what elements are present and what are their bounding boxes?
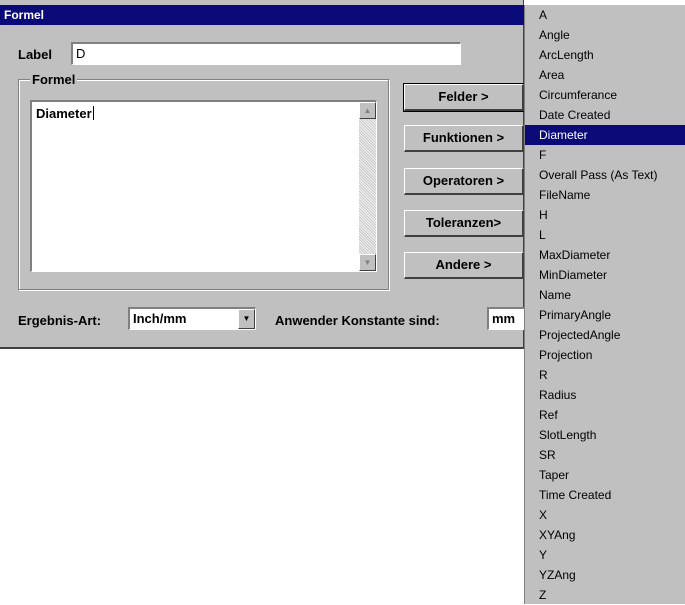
fields-dropdown-menu[interactable]: A Angle ArcLength Area Circumferance Date Cre… [524, 5, 685, 604]
fields-menu-item[interactable]: Projection [525, 345, 685, 365]
fields-menu-item[interactable]: A [525, 5, 685, 25]
label-caption: Label [18, 47, 52, 62]
other-button[interactable]: Andere > [404, 252, 524, 279]
fields-menu-item[interactable]: F [525, 145, 685, 165]
fields-menu-item[interactable]: SR [525, 445, 685, 465]
result-type-value: Inch/mm [133, 311, 187, 326]
fields-menu-item[interactable]: X [525, 505, 685, 525]
fields-menu-item[interactable]: SlotLength [525, 425, 685, 445]
label-input-value: D [76, 46, 86, 61]
dialog-title: Formel [0, 5, 524, 25]
fields-menu-item[interactable]: Name [525, 285, 685, 305]
fields-menu-item[interactable]: Circumferance [525, 85, 685, 105]
fields-menu-item[interactable]: ProjectedAngle [525, 325, 685, 345]
formula-scrollbar[interactable]: ▲ ▼ [359, 102, 376, 271]
operators-button[interactable]: Operatoren > [404, 168, 524, 195]
formula-textarea[interactable]: Diameter ▲ ▼ [30, 100, 377, 272]
chevron-down-icon[interactable]: ▼ [238, 309, 255, 329]
scroll-up-arrow-icon[interactable]: ▲ [359, 102, 376, 119]
scroll-down-arrow-icon[interactable]: ▼ [359, 254, 376, 271]
fields-menu-item[interactable]: R [525, 365, 685, 385]
fields-menu-item[interactable]: XYAng [525, 525, 685, 545]
fields-menu-item[interactable]: Angle [525, 25, 685, 45]
fields-menu-item[interactable]: MaxDiameter [525, 245, 685, 265]
fields-menu-item[interactable]: PrimaryAngle [525, 305, 685, 325]
result-type-select[interactable]: Inch/mm ▼ [128, 307, 256, 330]
fields-menu-item[interactable]: FileName [525, 185, 685, 205]
label-input[interactable]: D [71, 42, 461, 65]
fields-menu-item[interactable]: L [525, 225, 685, 245]
fields-menu-item[interactable]: Date Created [525, 105, 685, 125]
formula-group-legend: Formel [30, 72, 78, 87]
fields-menu-item[interactable]: YZAng [525, 565, 685, 585]
fields-menu-item[interactable]: H [525, 205, 685, 225]
tolerances-button[interactable]: Toleranzen> [404, 210, 524, 237]
fields-menu-item[interactable]: Taper [525, 465, 685, 485]
user-constants-label: Anwender Konstante sind: [275, 313, 440, 328]
fields-menu-item[interactable]: Y [525, 545, 685, 565]
fields-menu-item[interactable]: Time Created [525, 485, 685, 505]
formula-text: Diameter [36, 106, 94, 121]
formula-dialog: Formel Label D Formel Diameter ▲ ▼ Felde… [0, 0, 525, 349]
fields-menu-item[interactable]: Diameter [525, 125, 685, 145]
fields-menu-item[interactable]: ArcLength [525, 45, 685, 65]
functions-button[interactable]: Funktionen > [404, 125, 524, 152]
fields-menu-item[interactable]: Area [525, 65, 685, 85]
fields-menu-item[interactable]: Z [525, 585, 685, 605]
fields-menu-item[interactable]: Overall Pass (As Text) [525, 165, 685, 185]
fields-menu-item[interactable]: Radius [525, 385, 685, 405]
fields-menu-item[interactable]: MinDiameter [525, 265, 685, 285]
fields-button[interactable]: Felder > [403, 83, 525, 112]
fields-menu-item[interactable]: Ref [525, 405, 685, 425]
user-constants-select[interactable]: mm [487, 307, 524, 330]
user-constants-value: mm [492, 311, 516, 326]
result-type-label: Ergebnis-Art: [18, 313, 102, 328]
